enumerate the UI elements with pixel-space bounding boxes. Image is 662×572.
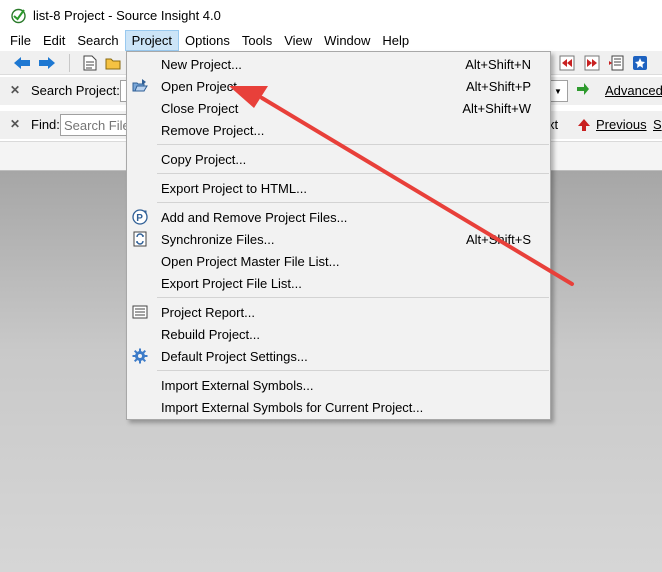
annotation-arrow	[229, 86, 574, 286]
annotation-arrow-shaft	[260, 96, 574, 286]
